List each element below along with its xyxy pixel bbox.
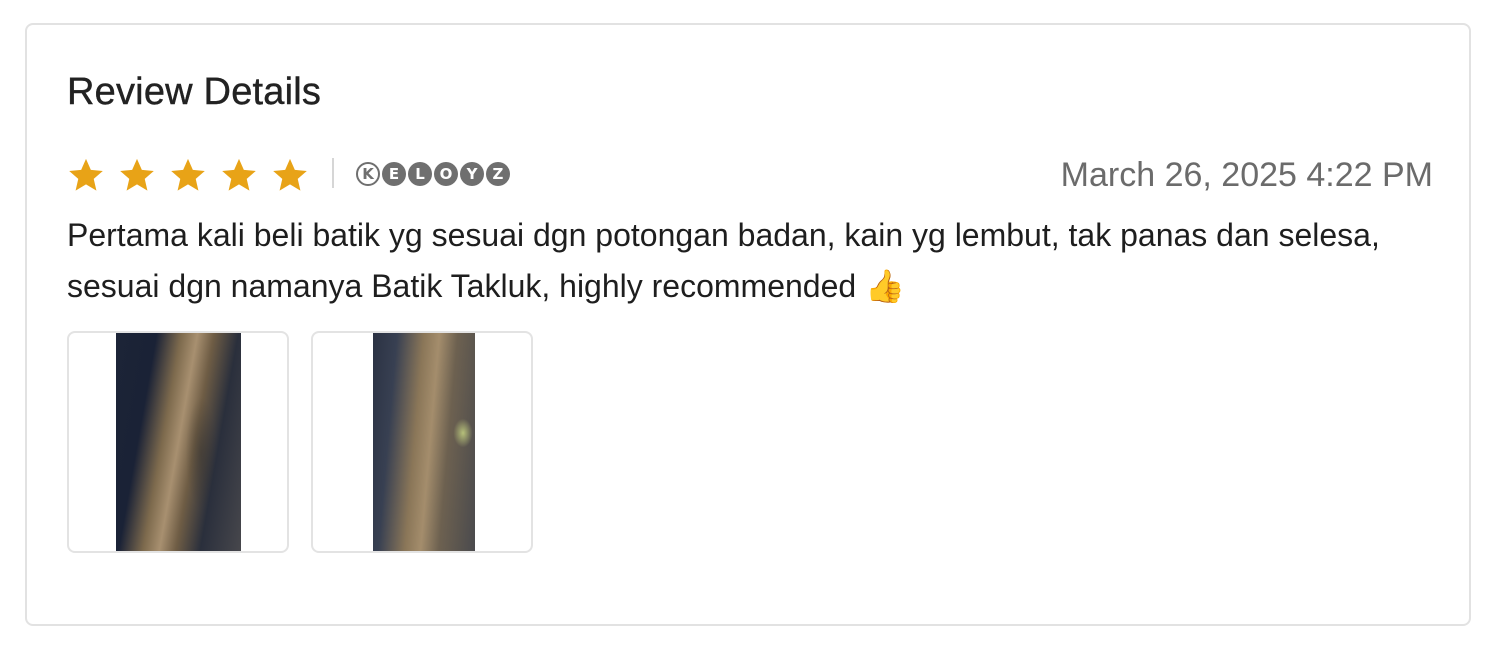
review-meta-row: K E L O Y Z March 26, 2025 4:22 PM — [67, 153, 1433, 197]
star-icon — [67, 156, 105, 194]
username-char: Y — [460, 162, 484, 186]
review-timestamp: March 26, 2025 4:22 PM — [1060, 156, 1433, 194]
divider — [332, 158, 334, 188]
review-photo — [116, 333, 241, 551]
username-char: K — [356, 162, 380, 186]
username-char: L — [408, 162, 432, 186]
star-rating — [67, 153, 322, 197]
star-icon — [271, 156, 309, 194]
star-icon — [220, 156, 258, 194]
review-text: Pertama kali beli batik yg sesuai dgn po… — [67, 217, 1380, 304]
username-char: E — [382, 162, 406, 186]
reviewer-username: K E L O Y Z — [356, 158, 512, 190]
star-icon — [169, 156, 207, 194]
username-char: Z — [486, 162, 510, 186]
review-photo-thumbnail[interactable] — [67, 331, 289, 553]
star-icon — [118, 156, 156, 194]
review-photo — [373, 333, 475, 551]
review-card: Review Details K E L O Y Z March 26, 202… — [25, 23, 1471, 626]
review-photos — [67, 331, 555, 553]
review-photo-thumbnail[interactable] — [311, 331, 533, 553]
review-heading: Review Details — [67, 71, 322, 113]
username-char: O — [434, 162, 458, 186]
